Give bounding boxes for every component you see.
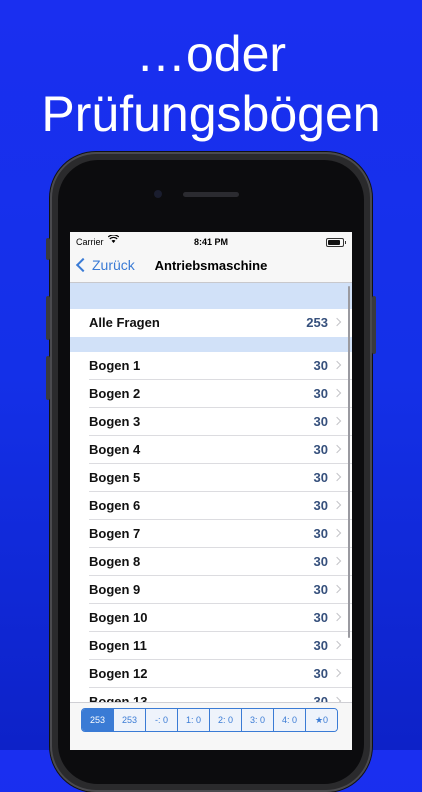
list-item-count: 30 (313, 526, 328, 541)
list-item-label: Bogen 5 (89, 470, 141, 485)
list-item-label: Bogen 7 (89, 526, 141, 541)
status-time: 8:41 PM (193, 237, 228, 247)
list-item[interactable]: Bogen 7 30 (70, 520, 352, 548)
earpiece-speaker (183, 192, 239, 197)
list-item-count: 30 (313, 470, 328, 485)
chevron-right-icon (332, 388, 342, 398)
list-item-label: Bogen 11 (89, 638, 147, 653)
power-button (372, 296, 376, 354)
battery-icon (326, 238, 346, 247)
bottom-toolbar: 253 253 -: 0 1: 0 2: 0 3: 0 4: 0 ★0 (70, 702, 352, 750)
filter-segment[interactable]: -: 0 (145, 709, 177, 731)
chevron-right-icon (332, 444, 342, 454)
chevron-right-icon (332, 528, 342, 538)
filter-segment[interactable]: ★0 (305, 709, 337, 731)
list-item-count: 253 (306, 315, 328, 330)
list-item-label: Bogen 10 (89, 610, 148, 625)
list-item[interactable]: Bogen 10 30 (70, 604, 352, 632)
list-item-label: Bogen 3 (89, 414, 141, 429)
list-item[interactable]: Bogen 1 30 (70, 352, 352, 380)
chevron-right-icon (332, 668, 342, 678)
chevron-right-icon (332, 584, 342, 594)
chevron-right-icon (332, 360, 342, 370)
filter-segment[interactable]: 2: 0 (209, 709, 241, 731)
filter-segment[interactable]: 1: 0 (177, 709, 209, 731)
section-header (70, 283, 352, 309)
filter-segmented-control: 253 253 -: 0 1: 0 2: 0 3: 0 4: 0 ★0 (81, 708, 338, 732)
bogen-rows: Bogen 1 30 Bogen 2 30 Bogen 3 30 Bogen 4 30 Boge… (70, 352, 352, 716)
list-item[interactable]: Bogen 9 30 (70, 576, 352, 604)
chevron-right-icon (332, 317, 342, 327)
list-item-count: 30 (313, 610, 328, 625)
list-item-label: Bogen 8 (89, 554, 141, 569)
filter-segment[interactable]: 3: 0 (241, 709, 273, 731)
back-button[interactable]: Zurück (75, 257, 135, 273)
chevron-right-icon (332, 556, 342, 566)
list-item[interactable]: Bogen 6 30 (70, 492, 352, 520)
list-item-label: Bogen 9 (89, 582, 141, 597)
chevron-right-icon (332, 416, 342, 426)
list-item-label: Alle Fragen (89, 315, 160, 330)
list-item-label: Bogen 12 (89, 666, 148, 681)
list-item-label: Bogen 6 (89, 498, 141, 513)
list-item[interactable]: Bogen 12 30 (70, 660, 352, 688)
scrollbar[interactable] (348, 286, 350, 638)
headline-line1: …oder (135, 26, 287, 82)
page-title: Antriebsmaschine (154, 258, 268, 273)
list-item-count: 30 (313, 386, 328, 401)
list-item-label: Bogen 2 (89, 386, 141, 401)
headline-line2: Prüfungsbögen (41, 86, 381, 142)
back-button-label: Zurück (92, 257, 135, 273)
list-item[interactable]: Bogen 2 30 (70, 380, 352, 408)
list-item[interactable]: Bogen 8 30 (70, 548, 352, 576)
list-item-count: 30 (313, 442, 328, 457)
filter-segment[interactable]: 253 (82, 709, 113, 731)
filter-segment[interactable]: 253 (113, 709, 145, 731)
chevron-right-icon (332, 612, 342, 622)
chevron-left-icon (75, 257, 91, 273)
volume-up-button (46, 296, 50, 340)
list-item[interactable]: Bogen 4 30 (70, 436, 352, 464)
list-item-count: 30 (313, 358, 328, 373)
chevron-right-icon (332, 500, 342, 510)
list-item-count: 30 (313, 554, 328, 569)
mute-switch (46, 238, 50, 260)
list-item-all-questions[interactable]: Alle Fragen 253 (70, 309, 352, 337)
front-camera (154, 190, 162, 198)
question-list: Alle Fragen 253 Bogen 1 30 Bogen 2 30 Bogen … (70, 283, 352, 716)
filter-segment[interactable]: 4: 0 (273, 709, 305, 731)
list-item-count: 30 (313, 414, 328, 429)
chevron-right-icon (332, 640, 342, 650)
status-bar: Carrier 8:41 PM (70, 232, 352, 252)
list-item-count: 30 (313, 582, 328, 597)
list-item-label: Bogen 4 (89, 442, 141, 457)
list-item-count: 30 (313, 666, 328, 681)
list-item-label: Bogen 1 (89, 358, 141, 373)
section-header (70, 337, 352, 352)
list-item[interactable]: Bogen 3 30 (70, 408, 352, 436)
list-item-count: 30 (313, 498, 328, 513)
list-item-count: 30 (313, 638, 328, 653)
list-item[interactable]: Bogen 11 30 (70, 632, 352, 660)
volume-down-button (46, 356, 50, 400)
chevron-right-icon (332, 472, 342, 482)
app-screen: Carrier 8:41 PM Zurück Antriebsmaschine … (70, 232, 352, 750)
navigation-bar: Zurück Antriebsmaschine (70, 252, 352, 283)
list-item[interactable]: Bogen 5 30 (70, 464, 352, 492)
